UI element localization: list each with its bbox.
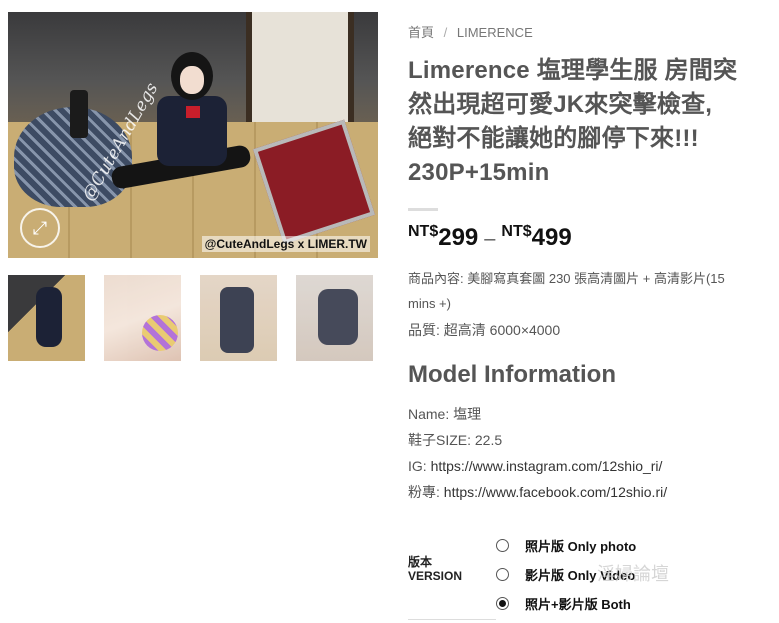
title-divider [408, 208, 438, 211]
content-line1: 商品內容: 美腳寫真套圖 230 張高清圖片 + 高清影片(15 [408, 271, 725, 286]
variations-divider [408, 619, 496, 620]
product-info: 首頁 / LIMERENCE Limerence 塩理學生服 房間突 然出現超可… [408, 14, 768, 623]
version-label-en: VERSION [408, 569, 463, 583]
image-model-face [180, 66, 204, 94]
version-option-photo-label: 照片版 Only photo [525, 539, 637, 554]
ig-link[interactable]: https://www.instagram.com/12shio_ri/ [431, 458, 663, 474]
model-shoe-size: 鞋子SIZE: 22.5 [408, 432, 503, 448]
breadcrumb-home[interactable]: 首頁 [408, 25, 434, 40]
thumbnail-2[interactable] [104, 275, 181, 361]
content-line2: mins +) [408, 296, 451, 311]
version-option-both[interactable]: 照片+影片版 Both [496, 589, 636, 618]
breadcrumb: 首頁 / LIMERENCE [408, 22, 768, 41]
thumbnail-1[interactable] [8, 275, 85, 361]
radio-video[interactable] [496, 568, 509, 581]
radio-both[interactable] [496, 597, 509, 610]
image-model-tie [186, 106, 200, 118]
product-description: 商品內容: 美腳寫真套圖 230 張高清圖片 + 高清影片(15 mins +)… [408, 266, 768, 343]
radio-photo[interactable] [496, 539, 509, 552]
model-fb: 粉專: https://www.facebook.com/12shio.ri/ [408, 479, 768, 505]
version-selector: 版本 VERSION 照片版 Only photo 影片版 Only Video… [408, 531, 768, 623]
version-label-zh: 版本 [408, 555, 433, 569]
model-ig: IG: https://www.instagram.com/12shio_ri/ [408, 453, 768, 479]
version-option-both-label: 照片+影片版 Both [525, 597, 631, 612]
thumbnail-strip [8, 275, 378, 361]
product-title-line2: 然出現超可愛JK來突擊檢查, [408, 91, 713, 118]
image-bottle [70, 90, 88, 138]
product-title: Limerence 塩理學生服 房間突 然出現超可愛JK來突擊檢查, 絕對不能讓… [408, 54, 768, 190]
breadcrumb-separator: / [443, 25, 448, 40]
price-low: 299 [438, 224, 479, 251]
forum-watermark: 淫婦論壇 [597, 564, 669, 585]
version-option-photo[interactable]: 照片版 Only photo [496, 531, 636, 560]
price-dash: – [484, 228, 496, 250]
breadcrumb-category[interactable]: LIMERENCE [457, 25, 533, 40]
zoom-button[interactable]: ⤢ [20, 208, 60, 248]
price-currency-high: NT$ [501, 223, 532, 240]
thumbnail-4[interactable] [296, 275, 373, 361]
image-model [110, 52, 263, 222]
price-high: 499 [531, 224, 572, 251]
product-gallery: @CuteAndLegs @CuteAndLegs x LIMER.TW ⤢ [8, 12, 378, 361]
expand-icon: ⤢ [32, 217, 48, 238]
quality-line: 品質: 超高清 6000×4000 [408, 322, 561, 338]
thumbnail-3[interactable] [200, 275, 277, 361]
price-range: NT$299– NT$499 [408, 223, 768, 252]
product-title-line4: 230P+15min [408, 159, 550, 186]
image-watermark-bottom: @CuteAndLegs x LIMER.TW [201, 236, 370, 252]
product-title-line3: 絕對不能讓她的腳停下來!!! [408, 125, 699, 152]
fb-link[interactable]: https://www.facebook.com/12shio.ri/ [444, 484, 667, 500]
version-label: 版本 VERSION [408, 555, 462, 583]
product-title-line1: Limerence 塩理學生服 房間突 [408, 57, 738, 84]
price-currency-low: NT$ [408, 223, 439, 240]
model-name: Name: 塩理 [408, 406, 482, 422]
main-product-image[interactable]: @CuteAndLegs @CuteAndLegs x LIMER.TW ⤢ [8, 12, 378, 258]
model-info-heading: Model Information [408, 361, 616, 388]
ig-label: IG: [408, 458, 427, 474]
fb-label: 粉專: [408, 484, 440, 500]
